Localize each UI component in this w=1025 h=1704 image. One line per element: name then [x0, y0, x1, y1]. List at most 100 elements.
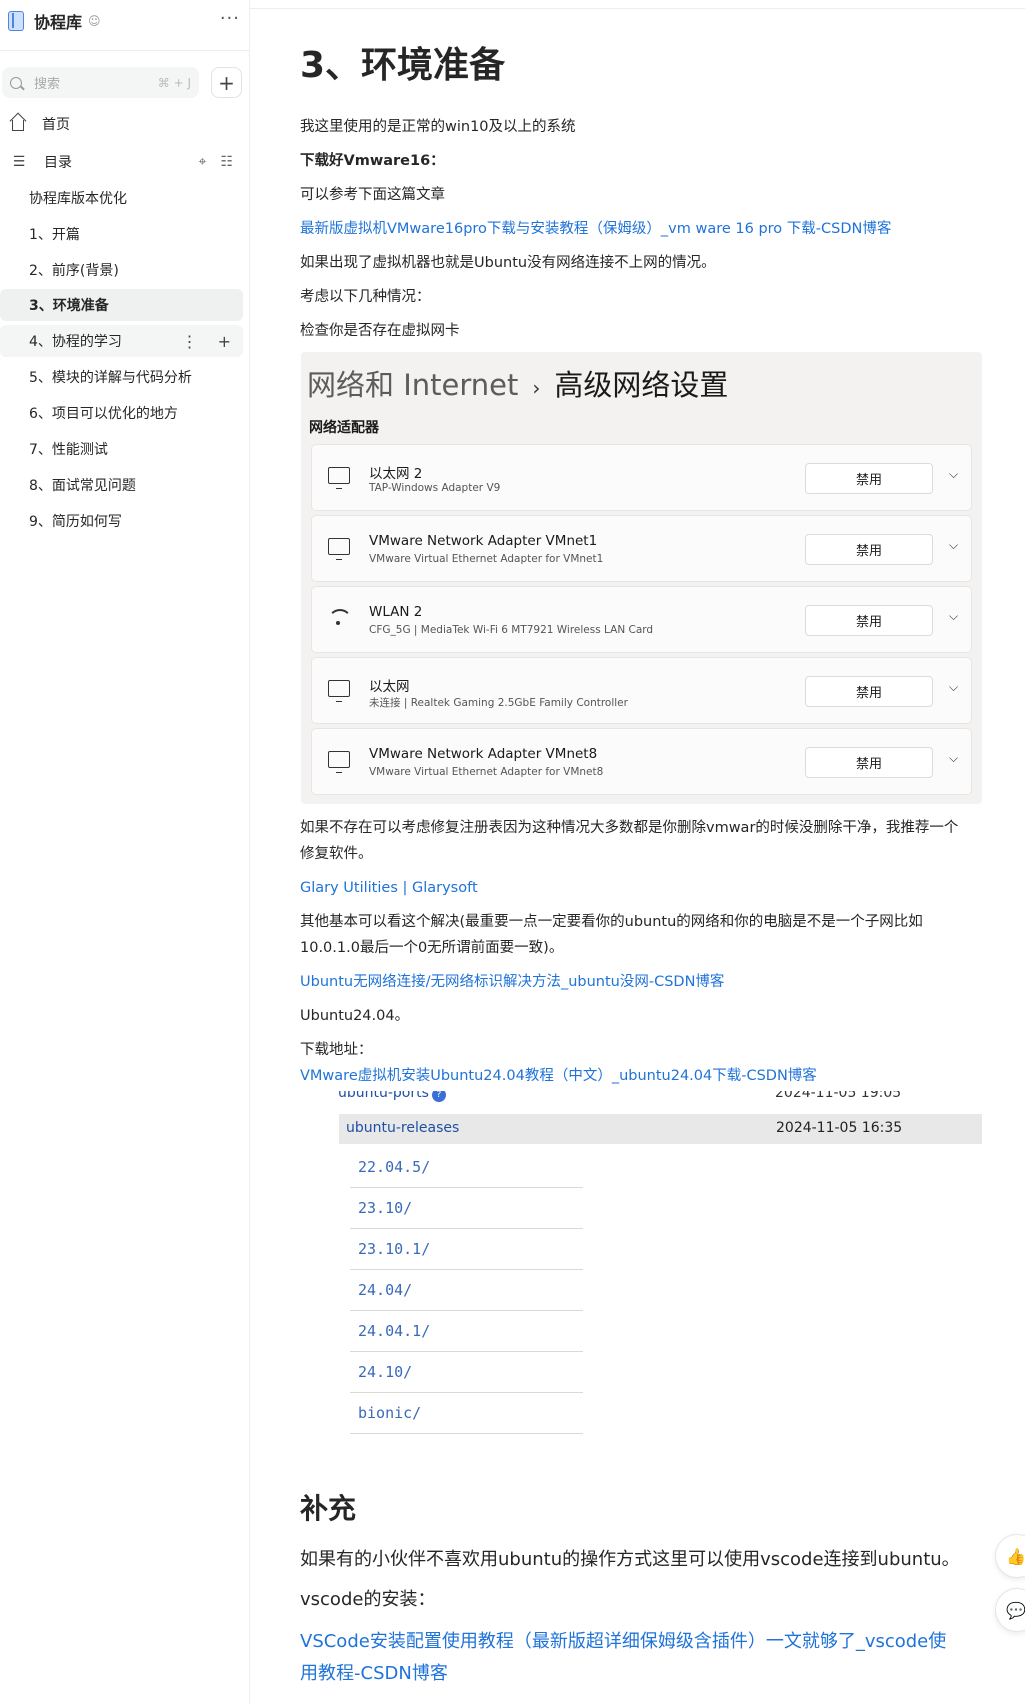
- adapter-row: WLAN 2 CFG_5G | MediaTek Wi-Fi 6 MT7921 …: [311, 586, 972, 653]
- divider: [250, 8, 1025, 9]
- sidebar-item-toc[interactable]: ☰ 目录 ⌖ ☷: [0, 146, 243, 178]
- mirror-date: 2024-11-05 16:35: [776, 1120, 903, 1136]
- link-vscode-cont[interactable]: 用教程-CSDN博客: [300, 1658, 990, 1690]
- sidebar-item-label: 目录: [44, 155, 72, 171]
- locate-icon[interactable]: ⌖: [199, 154, 207, 170]
- paragraph: 修复软件。: [300, 846, 373, 862]
- adapter-row: VMware Network Adapter VMnet1 VMware Vir…: [311, 515, 972, 582]
- paragraph: 我这里使用的是正常的win10及以上的系统: [300, 119, 576, 135]
- more-vertical-icon[interactable]: ⋮: [182, 332, 198, 351]
- breadcrumb-current: 高级网络设置: [554, 368, 729, 402]
- adapter-name: VMware Network Adapter VMnet8: [369, 746, 598, 762]
- version-link: 24.04/: [350, 1270, 583, 1311]
- paragraph: Ubuntu24.04。: [300, 1008, 410, 1024]
- sidebar-header: 协程库 ☺ ···: [8, 8, 242, 34]
- link-ubuntu-install[interactable]: VMware虚拟机安装Ubuntu24.04教程（中文）_ubuntu24.04…: [300, 1063, 980, 1089]
- disable-button: 禁用: [805, 605, 933, 636]
- adapter-desc: CFG_5G | MediaTek Wi-Fi 6 MT7921 Wireles…: [369, 624, 654, 636]
- adapter-desc: VMware Virtual Ethernet Adapter for VMne…: [369, 553, 604, 565]
- paragraph: 下载地址：: [300, 1042, 373, 1058]
- toc-item[interactable]: 5、模块的详解与代码分析: [0, 361, 243, 393]
- sidebar: 协程库 ☺ ··· 搜索 ⌘ + J + 首页 ☰ 目录 ⌖ ☷ 协程库版本优化…: [0, 0, 250, 1704]
- adapter-name: 以太网: [369, 679, 410, 695]
- disable-button: 禁用: [805, 463, 933, 494]
- section-title: 网络适配器: [309, 420, 379, 436]
- divider: [0, 50, 249, 51]
- mirror-date: 2024-11-05 19:05: [775, 1091, 902, 1101]
- toc-item-active[interactable]: 3、环境准备: [0, 289, 243, 321]
- version-link: 23.10.1/: [350, 1229, 583, 1270]
- link-vmware[interactable]: 最新版虚拟机VMware16pro下载与安装教程（保姆级）_vm ware 16…: [300, 216, 980, 242]
- toc-item-hover[interactable]: 4、协程的学习 ⋮ +: [0, 325, 243, 357]
- ubuntu-mirror-row: ubuntu-ports? 2024-11-05 19:05: [335, 1091, 975, 1105]
- toc-icon: ☰: [12, 154, 26, 170]
- paragraph: 10.0.1.0最后一个0无所谓前面要一致)。: [300, 940, 564, 956]
- ethernet-icon: [328, 680, 350, 702]
- version-link: bionic/: [350, 1393, 583, 1434]
- paragraph: 其他基本可以看这个解决(最重要一点一定要看你的ubuntu的网络和你的电脑是不是…: [300, 914, 923, 930]
- toc-item[interactable]: 1、开篇: [0, 218, 243, 250]
- link-vscode[interactable]: VSCode安装配置使用教程（最新版超详细保姆级含插件）一文就够了_vscode…: [300, 1626, 990, 1658]
- paragraph: 下载好Vmware16：: [300, 153, 445, 169]
- search-icon: [10, 76, 22, 89]
- mirror-name: ubuntu-releases: [346, 1120, 460, 1136]
- paragraph: 可以参考下面这篇文章: [300, 187, 445, 203]
- link-glary[interactable]: Glary Utilities | Glarysoft: [300, 875, 980, 901]
- help-icon: ?: [431, 1091, 446, 1102]
- adapter-name: 以太网 2: [369, 466, 423, 482]
- version-link: 22.04.5/: [350, 1147, 583, 1188]
- sidebar-item-label: 首页: [42, 117, 70, 133]
- paragraph: 如果有的小伙伴不喜欢用ubuntu的操作方式这里可以使用vscode连接到ubu…: [300, 1549, 960, 1570]
- toc-item[interactable]: 协程库版本优化: [0, 182, 243, 214]
- ethernet-icon: [328, 751, 350, 773]
- chevron-down-icon: ⌵: [949, 609, 959, 623]
- disable-button: 禁用: [805, 534, 933, 565]
- paragraph: 如果出现了虚拟机器也就是Ubuntu没有网络连接不上网的情况。: [300, 255, 716, 271]
- toc-item[interactable]: 8、面试常见问题: [0, 469, 243, 501]
- toc-item-label: 4、协程的学习: [29, 334, 122, 350]
- search-input[interactable]: 搜索 ⌘ + J: [2, 67, 199, 98]
- wifi-icon: [328, 609, 352, 626]
- toc-item[interactable]: 7、性能测试: [0, 433, 243, 465]
- adapter-row: 以太网 2 TAP-Windows Adapter V9 禁用 ⌵: [311, 444, 972, 511]
- mirror-name: ubuntu-ports?: [338, 1091, 446, 1102]
- list-icon[interactable]: ☷: [220, 154, 233, 170]
- ubuntu-mirror-row-highlight: ubuntu-releases 2024-11-05 16:35: [339, 1114, 982, 1144]
- search-placeholder: 搜索: [34, 77, 61, 92]
- book-icon: [8, 11, 24, 31]
- paragraph: 检查你是否存在虚拟网卡: [300, 323, 460, 339]
- chevron-right-icon: ›: [532, 376, 541, 400]
- link-ubuntu-network[interactable]: Ubuntu无网络连接/无网络标识解决方法_ubuntu没网-CSDN博客: [300, 969, 980, 995]
- section-heading: 补充: [300, 1492, 357, 1525]
- image-breadcrumb: 网络和 Internet › 高级网络设置: [307, 362, 728, 404]
- sidebar-item-home[interactable]: 首页: [0, 108, 243, 140]
- version-link: 23.10/: [350, 1188, 583, 1229]
- adapter-name: VMware Network Adapter VMnet1: [369, 533, 598, 549]
- ethernet-icon: [328, 467, 350, 489]
- emoji-icon[interactable]: ☺: [88, 14, 101, 28]
- paragraph: 考虑以下几种情况：: [300, 289, 431, 305]
- ethernet-icon: [328, 538, 350, 560]
- home-icon: [12, 120, 24, 131]
- library-title[interactable]: 协程库: [34, 9, 82, 33]
- network-settings-image: 网络和 Internet › 高级网络设置 网络适配器 以太网 2 TAP-Wind…: [301, 352, 982, 804]
- chevron-down-icon: ⌵: [949, 538, 959, 552]
- adapter-name: WLAN 2: [369, 604, 423, 620]
- adapter-row: 以太网 未连接 | Realtek Gaming 2.5GbE Family C…: [311, 657, 972, 724]
- adapter-desc: VMware Virtual Ethernet Adapter for VMne…: [369, 766, 604, 778]
- plus-icon[interactable]: +: [218, 332, 231, 351]
- chevron-down-icon: ⌵: [949, 467, 959, 481]
- chevron-down-icon: ⌵: [949, 680, 959, 694]
- page-title: 3、环境准备: [300, 45, 506, 86]
- breadcrumb-parent: 网络和 Internet: [307, 368, 519, 402]
- toc-item[interactable]: 2、前序(背景): [0, 254, 243, 286]
- disable-button: 禁用: [805, 747, 933, 778]
- search-shortcut: ⌘ + J: [157, 75, 191, 90]
- adapter-desc: 未连接 | Realtek Gaming 2.5GbE Family Contr…: [369, 697, 628, 709]
- paragraph: vscode的安装：: [300, 1589, 436, 1610]
- adapter-desc: TAP-Windows Adapter V9: [369, 482, 501, 494]
- add-button[interactable]: +: [211, 67, 242, 98]
- toc-item[interactable]: 6、项目可以优化的地方: [0, 397, 243, 429]
- more-icon[interactable]: ···: [220, 8, 240, 29]
- toc-item[interactable]: 9、简历如何写: [0, 505, 243, 537]
